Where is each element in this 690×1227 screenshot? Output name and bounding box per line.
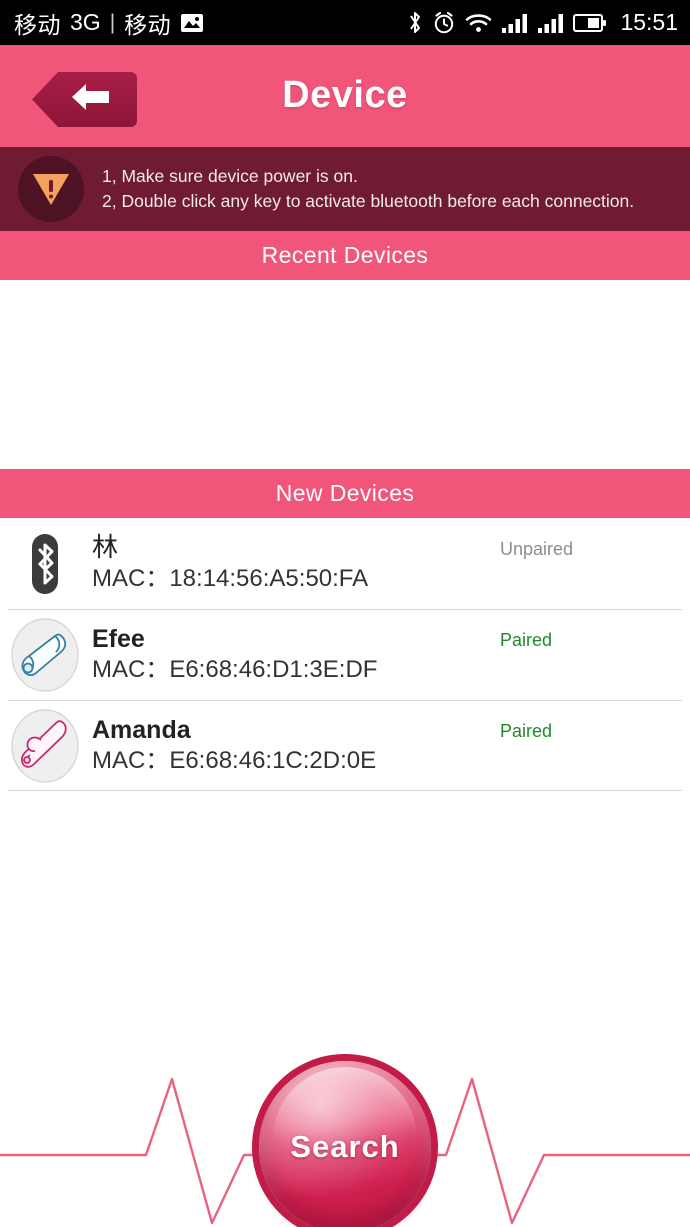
- device-pair-status: Unpaired: [500, 539, 574, 559]
- app-header: Device: [0, 45, 690, 145]
- new-devices-list: 林 MAC：18:14:56:A5:50:FA Unpaired Efee MA…: [0, 518, 690, 791]
- alarm-clock-icon: [432, 10, 456, 35]
- battery-icon: [573, 12, 607, 34]
- wifi-icon: [465, 12, 492, 34]
- device-mac: MAC：E6:68:46:1C:2D:0E: [92, 746, 377, 774]
- blue-massager-device-icon: [6, 617, 84, 692]
- warning-line-2: 2, Double click any key to activate blue…: [102, 191, 635, 211]
- recent-devices-header: Recent Devices: [0, 231, 690, 280]
- status-separator: |: [109, 10, 116, 34]
- bluetooth-device-icon: [6, 532, 84, 596]
- device-info: Efee MAC：E6:68:46:D1:3E:DF: [84, 625, 500, 684]
- device-name: Amanda: [92, 715, 191, 744]
- signal-bars-icon: [537, 12, 564, 34]
- device-name: 林: [92, 532, 119, 563]
- device-list-item[interactable]: 林 MAC：18:14:56:A5:50:FA Unpaired: [0, 518, 690, 609]
- signal-bars-icon: [501, 12, 528, 34]
- search-button[interactable]: Search: [259, 1061, 431, 1227]
- device-list-item[interactable]: Amanda MAC：E6:68:46:1C:2D:0E Paired: [0, 700, 690, 791]
- device-pair-status: Paired: [500, 721, 553, 741]
- status-bar-right: 15:51: [407, 9, 678, 36]
- device-mac: MAC：E6:68:46:D1:3E:DF: [92, 655, 378, 683]
- warning-text: 1, Make sure device power is on. 2, Doub…: [102, 164, 634, 215]
- device-mac: MAC：18:14:56:A5:50:FA: [92, 565, 369, 593]
- photo-icon: [180, 13, 204, 33]
- device-name: Efee: [92, 624, 145, 653]
- back-arrow-icon: [69, 81, 113, 118]
- network-type-label: 3G: [70, 9, 101, 35]
- warning-line-1: 1, Make sure device power is on.: [102, 165, 358, 186]
- pink-massager-device-icon: [6, 708, 84, 783]
- device-info: Amanda MAC：E6:68:46:1C:2D:0E: [84, 716, 500, 775]
- search-button-label: Search: [290, 1129, 400, 1164]
- back-button[interactable]: [32, 72, 137, 127]
- warning-triangle-icon: [18, 156, 84, 222]
- warning-banner: 1, Make sure device power is on. 2, Doub…: [0, 145, 690, 231]
- new-devices-header: New Devices: [0, 469, 690, 518]
- device-pair-status: Paired: [500, 630, 553, 650]
- status-bar-left: 移动 3G | 移动: [14, 6, 204, 40]
- bluetooth-icon: [407, 10, 423, 35]
- recent-devices-list: [0, 280, 690, 469]
- device-info: 林 MAC：18:14:56:A5:50:FA: [84, 533, 500, 593]
- bottom-bar: Search: [0, 1061, 690, 1227]
- carrier-label: 移动: [14, 11, 61, 38]
- status-bar: 移动 3G | 移动 15:51: [0, 0, 690, 45]
- clock-label: 15:51: [620, 9, 678, 35]
- device-list-item[interactable]: Efee MAC：E6:68:46:D1:3E:DF Paired: [0, 609, 690, 700]
- carrier2-label: 移动: [124, 11, 172, 38]
- page-title: Device: [282, 73, 408, 116]
- app-screen: 移动 3G | 移动 15:51 Device 1, Make sure dev…: [0, 0, 690, 1227]
